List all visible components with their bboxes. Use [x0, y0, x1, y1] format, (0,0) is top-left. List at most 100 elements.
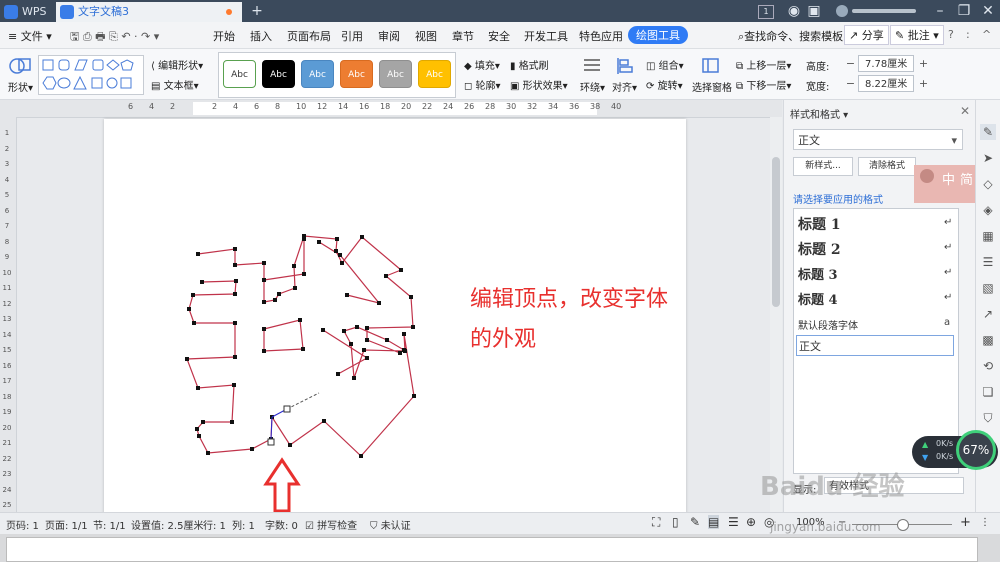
- glyph-vertex-handle[interactable]: [302, 272, 306, 276]
- spell-check-button[interactable]: ☑ 拼写检查: [305, 517, 357, 532]
- menu-page-layout[interactable]: 页面布局: [287, 28, 331, 44]
- glyph-vertex-handle[interactable]: [365, 326, 369, 330]
- minimize-button[interactable]: –: [932, 2, 948, 20]
- style-swatch[interactable]: Abc: [223, 60, 256, 88]
- cursor-icon[interactable]: ➤: [980, 150, 996, 166]
- glyph-vertex-handle[interactable]: [298, 318, 302, 322]
- style-swatch[interactable]: Abc: [340, 60, 373, 88]
- menu-start[interactable]: 开始: [213, 28, 235, 44]
- ime-simplified-mode[interactable]: 简: [960, 169, 973, 188]
- edit-shape-button[interactable]: ⟨ 编辑形状▾: [151, 57, 203, 72]
- web-view-icon[interactable]: ⊕: [746, 515, 756, 529]
- glyph-vertex-handle[interactable]: [345, 293, 349, 297]
- glyph-vertex-handle[interactable]: [250, 447, 254, 451]
- glyph-vertex-handle[interactable]: [192, 321, 196, 325]
- glyph-vertex-handle[interactable]: [321, 328, 325, 332]
- style-swatch[interactable]: Abc: [418, 60, 451, 88]
- menu-developer[interactable]: 开发工具: [524, 28, 568, 44]
- width-increase-button[interactable]: +: [917, 75, 930, 92]
- width-field[interactable]: 8.22厘米: [858, 75, 914, 92]
- glyph-vertex-handle[interactable]: [399, 268, 403, 272]
- glyph-vertex-handle[interactable]: [232, 383, 236, 387]
- glyph-vertex-handle[interactable]: [403, 349, 407, 353]
- width-decrease-button[interactable]: −: [844, 75, 857, 92]
- vertical-scrollbar[interactable]: [770, 117, 782, 512]
- format-painter-button[interactable]: ▮ 格式刷: [510, 57, 549, 72]
- rotate-button[interactable]: ⟳ 旋转▾: [646, 77, 683, 92]
- glyph-vertex-handle[interactable]: [342, 329, 346, 333]
- glyph-inner-stroke[interactable]: [263, 239, 305, 281]
- glyph-vertex-handle[interactable]: [334, 249, 338, 253]
- grid-icon[interactable]: ▩: [980, 332, 996, 348]
- glyph-vertex-handle[interactable]: [233, 355, 237, 359]
- status-word-count[interactable]: 字数: 0: [265, 517, 298, 532]
- gallery-icon[interactable]: ▧: [980, 280, 996, 296]
- glyph-vertex-handle[interactable]: [349, 342, 353, 346]
- document-page[interactable]: 编辑顶点，改变字体 的外观: [104, 119, 686, 514]
- glyph-vertex-handle[interactable]: [355, 325, 359, 329]
- share-button[interactable]: ↗ 分享: [844, 25, 889, 45]
- glyph-vertex-handle[interactable]: [234, 279, 238, 283]
- glyph-vertex-handle[interactable]: [340, 261, 344, 265]
- glyph-vertex-handle[interactable]: [360, 235, 364, 239]
- page-view-icon[interactable]: ▤: [708, 515, 720, 529]
- account-name-blurred[interactable]: [852, 9, 916, 13]
- glyph-vertex-handle[interactable]: [206, 451, 210, 455]
- text-box-button[interactable]: ▤ 文本框▾: [151, 77, 199, 92]
- glyph-vertex-handle[interactable]: [233, 292, 237, 296]
- style-normal[interactable]: 正文: [796, 335, 954, 356]
- height-decrease-button[interactable]: −: [844, 55, 857, 72]
- outline-button[interactable]: ◻ 轮廓▾: [464, 77, 501, 92]
- menu-insert[interactable]: 插入: [250, 28, 272, 44]
- glyph-vertex-handle[interactable]: [262, 278, 266, 282]
- fill-bucket-icon[interactable]: ◈: [980, 202, 996, 218]
- current-style-select[interactable]: 正文 ▾: [793, 129, 963, 150]
- shape-effect-button[interactable]: ▣ 形状效果▾: [510, 77, 568, 92]
- collapse-ribbon-icon[interactable]: ^: [982, 28, 991, 41]
- glyph-vertex-handle[interactable]: [187, 307, 191, 311]
- glyph-vertex-handle[interactable]: [384, 274, 388, 278]
- glyph-vertex-handle[interactable]: [365, 356, 369, 360]
- horizontal-ruler[interactable]: 6 4 2 2 4 6 8 10 12 14 16 18 20 22 24 26 28 30 32 34 36 38 40: [0, 100, 782, 118]
- ime-toolbar[interactable]: 中 简: [914, 165, 976, 203]
- file-menu[interactable]: ≡ 文件 ▾: [8, 28, 52, 44]
- copy-icon[interactable]: ❏: [980, 384, 996, 400]
- menu-security[interactable]: 安全: [488, 28, 510, 44]
- glyph-vertex-handle[interactable]: [185, 357, 189, 361]
- glyph-vertex-handle[interactable]: [262, 327, 266, 331]
- glyph-vertex-handle[interactable]: [191, 293, 195, 297]
- glyph-vertex-handle[interactable]: [365, 338, 369, 342]
- glyph-vertex-handle[interactable]: [338, 253, 342, 257]
- height-field[interactable]: 7.78厘米: [858, 55, 914, 72]
- maximize-button[interactable]: ❐: [956, 2, 972, 20]
- glyph-vertex-handle[interactable]: [233, 247, 237, 251]
- glyph-vertex-handle[interactable]: [317, 240, 321, 244]
- glyph-vertex-handle[interactable]: [322, 419, 326, 423]
- selected-vertex-handles[interactable]: [267, 392, 320, 446]
- tab-document[interactable]: 文字文稿3: [56, 2, 242, 22]
- certification-button[interactable]: ⛉ 未认证: [370, 517, 411, 532]
- skin-icon[interactable]: ◉: [786, 2, 802, 20]
- status-more-icon[interactable]: ⋮: [980, 517, 990, 528]
- memory-usage-gauge[interactable]: 67%: [956, 430, 996, 470]
- glyph-vertex-handle[interactable]: [336, 372, 340, 376]
- message-icon[interactable]: ▣: [806, 2, 822, 20]
- glyph-vertex-handle[interactable]: [398, 351, 402, 355]
- bring-forward-button[interactable]: ⧉ 上移一层▾: [736, 57, 791, 72]
- glyph-outline-path[interactable]: [186, 235, 415, 457]
- glyph-inner-stroke[interactable]: [322, 329, 369, 375]
- menu-drawing-tools[interactable]: 绘图工具: [628, 26, 688, 44]
- menu-review[interactable]: 审阅: [378, 28, 400, 44]
- glyph-vertex-handle[interactable]: [409, 295, 413, 299]
- settings-sliders-icon[interactable]: ☰: [980, 254, 996, 270]
- pen-icon[interactable]: ✎: [980, 124, 996, 140]
- style-swatch[interactable]: Abc: [301, 60, 334, 88]
- shield-icon[interactable]: ⛉: [980, 410, 996, 426]
- more-icon[interactable]: :: [966, 28, 970, 41]
- style-heading-3[interactable]: 标题 3: [798, 264, 838, 283]
- glyph-vertex-handle[interactable]: [233, 263, 237, 267]
- help-icon[interactable]: ?: [948, 28, 954, 41]
- share-out-icon[interactable]: ↗: [980, 306, 996, 322]
- table-icon[interactable]: ▦: [980, 228, 996, 244]
- fill-button[interactable]: ◆ 填充▾: [464, 57, 500, 72]
